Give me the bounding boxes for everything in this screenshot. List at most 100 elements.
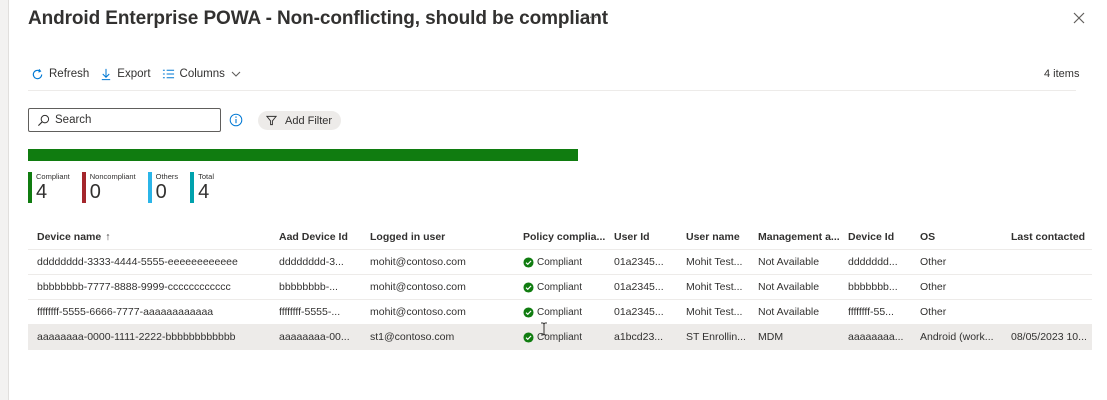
cell-aad-device-id: bbbbbbbb-... (279, 281, 338, 293)
compliance-summary-bar (28, 149, 578, 161)
table-row[interactable]: aaaaaaaa-0000-1111-2222-bbbbbbbbbbbb aaaa… (28, 325, 1092, 350)
cell-device-id: ddddddd... (848, 256, 898, 268)
column-header-label: OS (920, 230, 936, 243)
cell-os: Other (920, 281, 947, 293)
refresh-icon (32, 68, 43, 79)
filter-icon (266, 115, 277, 126)
stat-total: Total 4 (190, 172, 214, 203)
cell-device-name[interactable]: dddddddd-3333-4444-5555-eeeeeeeeeeee (28, 256, 270, 268)
items-count: 4 items (1044, 68, 1080, 80)
download-icon (102, 68, 111, 80)
columns-icon (162, 69, 174, 79)
stat-body: Noncompliant 0 (90, 172, 136, 203)
cell-user-id: 01a2345... (614, 256, 664, 268)
status-text: Compliant (537, 281, 583, 293)
column-header-label: User Id (614, 230, 650, 243)
cell-aad-device-id: dddddddd-3... (279, 256, 344, 268)
column-header-6[interactable]: Management a... (749, 231, 839, 243)
cell-os: Other (920, 306, 947, 318)
device-grid: Device name ↑ Aad Device Id Logged in user P… (28, 224, 1092, 350)
column-header-label: User name (686, 230, 740, 243)
cell-device-id: bbbbbbb... (848, 281, 898, 293)
toolbar-divider (28, 90, 1076, 91)
column-header-0[interactable]: Device name ↑ (28, 231, 270, 243)
stat-others: Others 0 (147, 172, 179, 203)
cell-device-id: aaaaaaaa... (848, 331, 904, 343)
column-header-1[interactable]: Aad Device Id (270, 231, 361, 243)
close-icon[interactable] (1071, 10, 1087, 26)
check-circle-icon (523, 281, 534, 293)
grid-body: dddddddd-3333-4444-5555-eeeeeeeeeeee dddd… (28, 250, 1092, 350)
column-header-label: Aad Device Id (279, 230, 348, 243)
more-options-icon[interactable]: ··· (583, 9, 599, 24)
column-header-8[interactable]: OS (911, 231, 1002, 243)
sort-ascending-icon: ↑ (105, 230, 111, 243)
cell-aad-device-id: ffffffff-5555-... (279, 306, 341, 318)
stat-value: 0 (155, 181, 167, 203)
add-filter-button[interactable]: Add Filter (258, 111, 342, 130)
stat-color-marker (81, 172, 86, 203)
cell-logged-in-user: mohit@contoso.com (370, 306, 466, 318)
column-header-9[interactable]: Last contacted (1002, 231, 1092, 243)
search-box[interactable] (28, 108, 221, 132)
chevron-down-icon (231, 71, 241, 77)
column-header-2[interactable]: Logged in user (361, 231, 514, 243)
status-cell: Compliant (514, 282, 605, 293)
column-header-label: Last contacted (1011, 230, 1086, 243)
cell-user-name: Mohit Test... (686, 306, 743, 318)
table-row[interactable]: ffffffff-5555-6666-7777-aaaaaaaaaaaa ffff… (28, 300, 1092, 325)
columns-label: Columns (179, 68, 225, 80)
cell-user-name: ST Enrollin... (686, 331, 746, 343)
stat-body: Others 0 (156, 172, 179, 203)
cell-management-a: MDM (758, 331, 784, 343)
add-filter-label: Add Filter (285, 114, 333, 127)
search-icon (37, 114, 50, 126)
cell-logged-in-user: mohit@contoso.com (370, 281, 466, 293)
check-circle-icon (523, 256, 534, 268)
status-cell: Compliant (514, 257, 605, 268)
check-circle-icon (523, 306, 534, 318)
stat-value: 0 (89, 181, 101, 203)
column-header-label: Logged in user (370, 230, 446, 243)
column-header-7[interactable]: Device Id (839, 231, 911, 243)
command-bar: Refresh Export Columns (31, 64, 252, 84)
text-cursor-icon (541, 322, 547, 336)
check-circle-icon (523, 331, 534, 343)
cell-management-a: Not Available (758, 256, 820, 268)
export-label: Export (117, 68, 151, 80)
column-header-label: Management a... (758, 230, 839, 243)
table-row[interactable]: dddddddd-3333-4444-5555-eeeeeeeeeeee dddd… (28, 250, 1092, 275)
stat-value: 4 (198, 181, 210, 203)
page-title: Android Enterprise POWA - Non-conflictin… (28, 8, 608, 29)
left-rail (0, 0, 9, 400)
cell-user-name: Mohit Test... (686, 256, 743, 268)
cell-last-contacted: 08/05/2023 10... (1011, 331, 1087, 343)
export-button[interactable]: Export (100, 68, 151, 81)
cell-device-name[interactable]: bbbbbbbb-7777-8888-9999-cccccccccccc (28, 281, 270, 293)
bar-segment-compliant (28, 149, 578, 161)
cell-os: Other (920, 256, 947, 268)
stat-compliant: Compliant 4 (28, 172, 70, 203)
search-input[interactable] (55, 114, 205, 126)
status-text: Compliant (537, 256, 583, 268)
cell-management-a: Not Available (758, 306, 820, 318)
column-header-5[interactable]: User name (677, 231, 749, 243)
cell-device-name[interactable]: ffffffff-5555-6666-7777-aaaaaaaaaaaa (28, 306, 270, 318)
compliance-stats: Compliant 4 Noncompliant 0 Others 0 Total 4 (28, 172, 226, 203)
column-header-3[interactable]: Policy complia... (514, 231, 605, 243)
column-header-4[interactable]: User Id (605, 231, 677, 243)
refresh-label: Refresh (49, 68, 90, 80)
column-header-label: Device name (37, 230, 102, 243)
stat-body: Total 4 (198, 172, 214, 203)
stat-color-marker (190, 172, 195, 203)
table-row[interactable]: bbbbbbbb-7777-8888-9999-cccccccccccc bbbb… (28, 275, 1092, 300)
cell-device-name[interactable]: aaaaaaaa-0000-1111-2222-bbbbbbbbbbbb (28, 331, 270, 343)
cell-user-id: a1bcd23... (614, 331, 664, 343)
refresh-button[interactable]: Refresh (31, 68, 89, 81)
info-icon[interactable] (229, 113, 243, 127)
status-cell: Compliant (514, 332, 605, 343)
cell-aad-device-id: aaaaaaaa-00... (279, 331, 350, 343)
columns-button[interactable]: Columns (162, 68, 241, 80)
cell-logged-in-user: st1@contoso.com (370, 331, 455, 343)
stat-body: Compliant 4 (36, 172, 70, 203)
